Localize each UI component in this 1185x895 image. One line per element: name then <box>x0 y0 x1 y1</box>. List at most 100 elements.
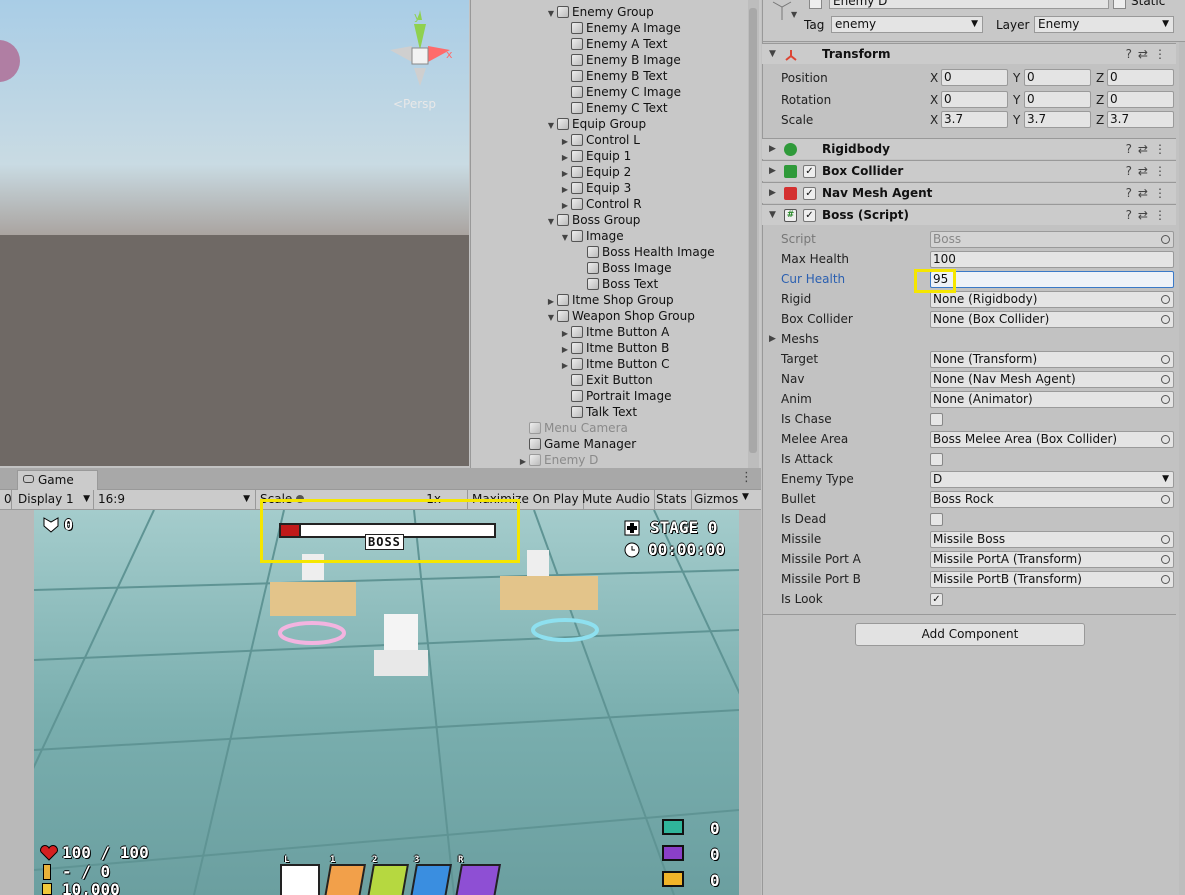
fold-down-icon[interactable]: ▼ <box>545 6 557 22</box>
axis-label-y[interactable]: Y <box>1013 113 1020 127</box>
hierarchy-item[interactable]: Enemy C Image <box>559 84 681 100</box>
nav-field[interactable]: None (Nav Mesh Agent) <box>930 371 1174 388</box>
fold-down-icon[interactable]: ▼ <box>559 230 571 246</box>
axis-label-z[interactable]: Z <box>1096 71 1104 85</box>
hierarchy-item[interactable]: ▶ Control L <box>559 132 640 148</box>
stats-button[interactable]: Stats <box>652 490 692 510</box>
active-checkbox[interactable] <box>809 0 822 9</box>
fold-right-icon[interactable]: ▶ <box>769 183 776 204</box>
component-nav-mesh-agent-header[interactable]: ▶ ✓ Nav Mesh Agent ?⇄⋮ <box>762 182 1176 203</box>
component-rigidbody-header[interactable]: ▶ Rigidbody ?⇄⋮ <box>762 138 1176 159</box>
hierarchy-item[interactable]: ▶ Enemy D <box>517 452 599 468</box>
fold-right-icon[interactable]: ▶ <box>517 454 529 468</box>
anim-field[interactable]: None (Animator) <box>930 391 1174 408</box>
hierarchy-item[interactable]: Enemy A Image <box>559 20 681 36</box>
aspect-dropdown[interactable]: 16:9 ▼ <box>94 490 256 510</box>
hierarchy-item[interactable]: ▼ Image <box>559 228 624 244</box>
object-picker-icon[interactable] <box>1161 375 1170 384</box>
hierarchy-item[interactable]: ▶ Control R <box>559 196 642 212</box>
component-boss-script-header[interactable]: ▼ # ✓ Boss (Script) ?⇄⋮ <box>762 204 1176 225</box>
component-menu-icons[interactable]: ?⇄⋮ <box>1126 139 1172 160</box>
hierarchy-item[interactable]: Boss Image <box>575 260 671 276</box>
axis-label-y[interactable]: Y <box>1013 93 1020 107</box>
component-menu-icons[interactable]: ?⇄⋮ <box>1126 44 1172 65</box>
component-menu-icons[interactable]: ?⇄⋮ <box>1126 205 1172 226</box>
missile-port-a-field[interactable]: Missile PortA (Transform) <box>930 551 1174 568</box>
position-y-field[interactable]: 0 <box>1024 69 1091 86</box>
enabled-checkbox[interactable]: ✓ <box>803 209 816 222</box>
cur-health-field[interactable]: 95 <box>930 271 1174 288</box>
axis-label-x[interactable]: X <box>930 93 938 107</box>
fold-down-icon[interactable]: ▼ <box>769 205 776 226</box>
hierarchy-item[interactable]: ▶ Itme Button C <box>559 356 670 372</box>
fold-right-icon[interactable]: ▶ <box>769 161 776 182</box>
layer-dropdown[interactable]: Enemy ▼ <box>1034 16 1174 33</box>
axis-label-z[interactable]: Z <box>1096 113 1104 127</box>
persp-label[interactable]: <Persp <box>393 97 436 111</box>
fold-down-icon[interactable]: ▼ <box>545 118 557 134</box>
target-field[interactable]: None (Transform) <box>930 351 1174 368</box>
rotation-y-field[interactable]: 0 <box>1024 91 1091 108</box>
hierarchy-item[interactable]: ▼ Enemy Group <box>545 4 654 20</box>
hierarchy-item[interactable]: Enemy A Text <box>559 36 667 52</box>
object-picker-icon[interactable] <box>1161 355 1170 364</box>
axis-label-z[interactable]: Z <box>1096 93 1104 107</box>
display-dropdown[interactable]: Display 1 ▼ <box>14 490 94 510</box>
position-x-field[interactable]: 0 <box>941 69 1008 86</box>
tag-dropdown[interactable]: enemy ▼ <box>831 16 983 33</box>
gizmos-dropdown[interactable]: Gizmos <box>690 490 742 510</box>
slot-equip-2[interactable] <box>367 864 409 895</box>
object-picker-icon[interactable] <box>1161 575 1170 584</box>
hierarchy-item[interactable]: ▼ Weapon Shop Group <box>545 308 695 324</box>
object-picker-icon[interactable] <box>1161 315 1170 324</box>
component-menu-icons[interactable]: ?⇄⋮ <box>1126 183 1172 204</box>
hierarchy-item[interactable]: ▼ Boss Group <box>545 212 641 230</box>
hierarchy-item[interactable]: ▶ Equip 3 <box>559 180 631 196</box>
rigid-field[interactable]: None (Rigidbody) <box>930 291 1174 308</box>
slot-equip-3[interactable] <box>410 864 452 895</box>
dropdown-arrow-icon[interactable]: ▼ <box>742 492 749 502</box>
component-box-collider-header[interactable]: ▶ ✓ Box Collider ?⇄⋮ <box>762 160 1176 181</box>
hierarchy-item[interactable]: Menu Camera <box>517 420 628 436</box>
hierarchy-item[interactable]: ▶ Equip 2 <box>559 164 631 180</box>
hierarchy-item[interactable]: ▶ Itme Button B <box>559 340 669 356</box>
melee-area-field[interactable]: Boss Melee Area (Box Collider) <box>930 431 1174 448</box>
enabled-checkbox[interactable]: ✓ <box>803 187 816 200</box>
scene-gizmo-icon[interactable]: y x <box>384 8 460 88</box>
object-name-field[interactable]: Enemy D <box>829 0 1109 9</box>
slot-control-r[interactable] <box>455 864 501 895</box>
is-look-checkbox[interactable]: ✓ <box>930 593 943 606</box>
hierarchy-item[interactable]: ▶ Itme Button A <box>559 324 669 340</box>
hierarchy-item[interactable]: Enemy B Text <box>559 68 668 84</box>
axis-label-x[interactable]: X <box>930 113 938 127</box>
hierarchy-panel[interactable]: ▼ Enemy Group Enemy A Image Enemy A Text Ene… <box>470 0 761 468</box>
position-z-field[interactable]: 0 <box>1107 69 1174 86</box>
hierarchy-item[interactable]: Enemy B Image <box>559 52 681 68</box>
box-collider-field[interactable]: None (Box Collider) <box>930 311 1174 328</box>
missile-field[interactable]: Missile Boss <box>930 531 1174 548</box>
axis-label-x[interactable]: X <box>930 71 938 85</box>
slot-equip-1[interactable] <box>324 864 366 895</box>
hierarchy-scrollbar[interactable] <box>748 0 759 468</box>
hierarchy-item[interactable]: Game Manager <box>517 436 636 452</box>
rotation-x-field[interactable]: 0 <box>941 91 1008 108</box>
static-checkbox[interactable] <box>1113 0 1126 9</box>
hierarchy-item[interactable]: Enemy C Text <box>559 100 668 116</box>
game-viewport[interactable]: 0 BOSS STAGE 0 00:00:00 100 / 100 - / 0 … <box>34 510 739 895</box>
hierarchy-item[interactable]: ▶ Equip 1 <box>559 148 631 164</box>
is-attack-checkbox[interactable] <box>930 453 943 466</box>
fold-right-icon[interactable]: ▶ <box>769 139 776 160</box>
add-component-button[interactable]: Add Component <box>855 623 1085 646</box>
enabled-checkbox[interactable]: ✓ <box>803 165 816 178</box>
fold-down-icon[interactable]: ▼ <box>545 214 557 230</box>
object-picker-icon[interactable] <box>1161 495 1170 504</box>
hierarchy-item[interactable]: ▼ Equip Group <box>545 116 646 132</box>
object-picker-icon[interactable] <box>1161 295 1170 304</box>
icon-dropdown-arrow[interactable]: ▼ <box>791 10 797 19</box>
slot-control-l[interactable] <box>280 864 320 895</box>
object-picker-icon[interactable] <box>1161 395 1170 404</box>
fold-right-icon[interactable]: ▶ <box>769 334 776 344</box>
hierarchy-item[interactable]: Exit Button <box>559 372 653 388</box>
scrollbar-thumb[interactable] <box>749 8 757 453</box>
max-health-field[interactable]: 100 <box>930 251 1174 268</box>
